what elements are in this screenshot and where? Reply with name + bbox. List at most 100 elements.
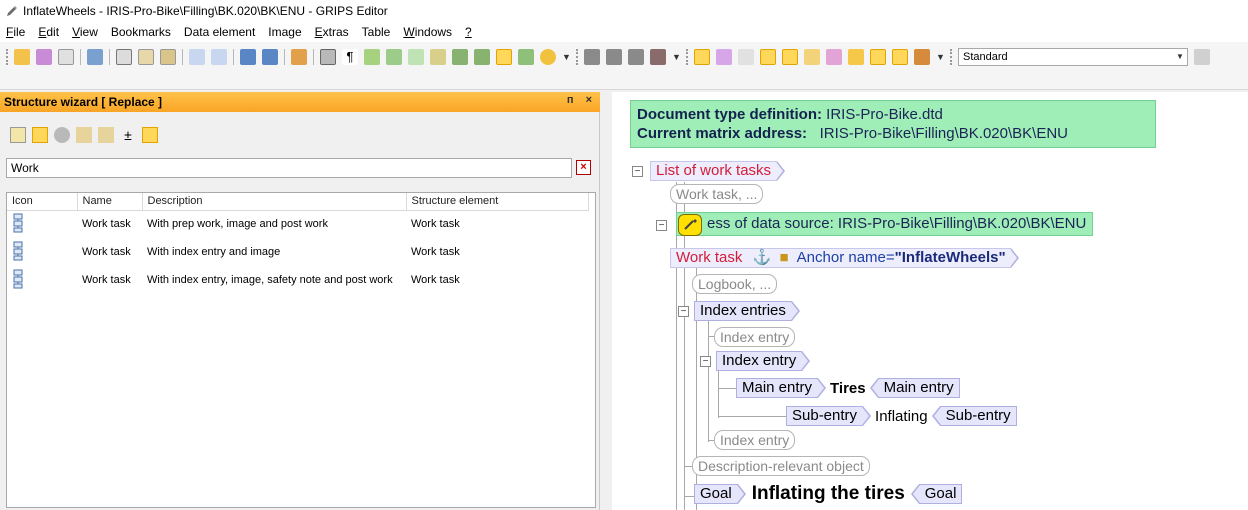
toolbar-grip[interactable]: [686, 49, 689, 65]
menu-file[interactable]: File: [6, 25, 25, 39]
list-of-work-tasks-node[interactable]: List of work tasks: [650, 161, 786, 181]
table-row[interactable]: Work task With index entry, image, safet…: [7, 266, 588, 294]
menu-edit[interactable]: Edit: [38, 25, 59, 39]
toolbar-grip[interactable]: [950, 49, 953, 65]
index-entries-node[interactable]: Index entries: [694, 301, 800, 321]
undo-icon[interactable]: [189, 49, 205, 65]
cut-icon[interactable]: [116, 49, 132, 65]
overflow-icon[interactable]: ▼: [672, 49, 681, 65]
sub-entry-close-tag[interactable]: Sub-entry: [931, 406, 1017, 426]
work-task-node[interactable]: Work task ⚓ ■ Anchor name="InflateWheels…: [670, 248, 1019, 268]
collapse-toggle[interactable]: −: [700, 356, 711, 367]
format-icon[interactable]: [650, 49, 666, 65]
index-entry-placeholder[interactable]: Index entry: [714, 327, 796, 347]
goal-node[interactable]: Goal Inflating the tires Goal: [694, 483, 963, 504]
column-header-description[interactable]: Description: [142, 193, 407, 211]
tools-icon[interactable]: [386, 49, 402, 65]
toolbar-grip[interactable]: [576, 49, 579, 65]
symbol-icon[interactable]: [804, 49, 820, 65]
index-entry-tag[interactable]: Index entry: [716, 351, 811, 371]
work-task-placeholder[interactable]: Work task, ...: [670, 184, 764, 204]
paste-icon[interactable]: [160, 49, 176, 65]
new-icon[interactable]: [10, 127, 26, 143]
column-header-structure-element[interactable]: Structure element: [406, 193, 589, 211]
help-icon[interactable]: [540, 49, 556, 65]
spellcheck-icon[interactable]: [364, 49, 380, 65]
menu-extras[interactable]: Extras: [315, 25, 349, 39]
menu-data-element[interactable]: Data element: [184, 25, 255, 39]
graphic-icon[interactable]: [760, 49, 776, 65]
style-select[interactable]: Standard ▼: [958, 48, 1188, 66]
collapse-toggle[interactable]: −: [632, 166, 643, 177]
sub-entry-node[interactable]: Sub-entry Inflating Sub-entry: [786, 406, 1017, 426]
open-folder-icon[interactable]: [14, 49, 30, 65]
swap-icon[interactable]: [142, 127, 158, 143]
description-object-placeholder[interactable]: Description-relevant object: [692, 456, 870, 476]
apply-icon[interactable]: [54, 127, 70, 143]
list-of-work-tasks-tag[interactable]: List of work tasks: [650, 161, 786, 181]
description-object-tag[interactable]: Description-relevant object: [692, 456, 870, 476]
work-task-tag[interactable]: Work task ⚓ ■ Anchor name="InflateWheels…: [670, 248, 1019, 268]
expand-icon[interactable]: ±: [120, 127, 136, 143]
main-entry-text[interactable]: Tires: [830, 380, 866, 397]
filter-icon[interactable]: [76, 127, 92, 143]
print-icon[interactable]: [87, 49, 103, 65]
toolbar-grip[interactable]: [6, 49, 9, 65]
overflow-icon[interactable]: ▼: [936, 49, 945, 65]
list-icon[interactable]: [848, 49, 864, 65]
goal-close-tag[interactable]: Goal: [910, 484, 963, 504]
comment-icon[interactable]: [496, 49, 512, 65]
work-task-placeholder-tag[interactable]: Work task, ...: [670, 184, 764, 204]
index-entries-tag[interactable]: Index entries: [694, 301, 800, 321]
clear-search-button[interactable]: ×: [576, 160, 591, 175]
index-entry-node[interactable]: Index entry: [716, 351, 811, 371]
menu-windows[interactable]: Windows: [403, 25, 452, 39]
tag-icon[interactable]: [892, 49, 908, 65]
compare-icon[interactable]: [518, 49, 534, 65]
main-entry-open-tag[interactable]: Main entry: [736, 378, 827, 398]
check-icon[interactable]: [474, 49, 490, 65]
marker-icon[interactable]: [914, 49, 930, 65]
copy-icon[interactable]: [138, 49, 154, 65]
link-icon[interactable]: [694, 49, 710, 65]
menu-table[interactable]: Table: [362, 25, 391, 39]
apply-style-icon[interactable]: [1194, 49, 1210, 65]
table-row[interactable]: Work task With index entry and image Wor…: [7, 238, 588, 266]
edit-icon[interactable]: [36, 49, 52, 65]
format-icon[interactable]: [628, 49, 644, 65]
sub-entry-text[interactable]: Inflating: [875, 408, 928, 425]
table-icon[interactable]: [320, 49, 336, 65]
insert-icon[interactable]: [240, 49, 256, 65]
pin-icon[interactable]: ᴨ: [567, 94, 574, 106]
main-entry-close-tag[interactable]: Main entry: [869, 378, 960, 398]
collapse-toggle[interactable]: −: [678, 306, 689, 317]
structure-icon[interactable]: [430, 49, 446, 65]
column-header-icon[interactable]: Icon: [7, 193, 78, 211]
column-header-name[interactable]: Name: [77, 193, 143, 211]
index-entry-placeholder[interactable]: Index entry: [714, 430, 796, 450]
document-icon[interactable]: [58, 49, 74, 65]
element-icon[interactable]: [262, 49, 278, 65]
format-icon[interactable]: [606, 49, 622, 65]
filter-icon[interactable]: [98, 127, 114, 143]
sub-entry-open-tag[interactable]: Sub-entry: [786, 406, 872, 426]
menu-image[interactable]: Image: [268, 25, 301, 39]
refresh-icon[interactable]: [408, 49, 424, 65]
format-icon[interactable]: [584, 49, 600, 65]
reference-icon[interactable]: [738, 49, 754, 65]
search-input[interactable]: Work: [6, 158, 572, 178]
menu-bookmarks[interactable]: Bookmarks: [111, 25, 171, 39]
tag-icon[interactable]: [870, 49, 886, 65]
main-entry-node[interactable]: Main entry Tires Main entry: [736, 378, 960, 398]
close-icon[interactable]: ×: [586, 94, 592, 106]
overflow-icon[interactable]: ▼: [562, 49, 571, 65]
validate-icon[interactable]: [452, 49, 468, 65]
graphic-icon[interactable]: [782, 49, 798, 65]
pointer-icon[interactable]: [291, 49, 307, 65]
redo-icon[interactable]: [211, 49, 227, 65]
table-row[interactable]: Work task With prep work, image and post…: [7, 210, 588, 238]
anchor-icon[interactable]: [716, 49, 732, 65]
menu-view[interactable]: View: [72, 25, 98, 39]
logbook-placeholder-tag[interactable]: Logbook, ...: [692, 274, 778, 294]
note-icon[interactable]: [826, 49, 842, 65]
